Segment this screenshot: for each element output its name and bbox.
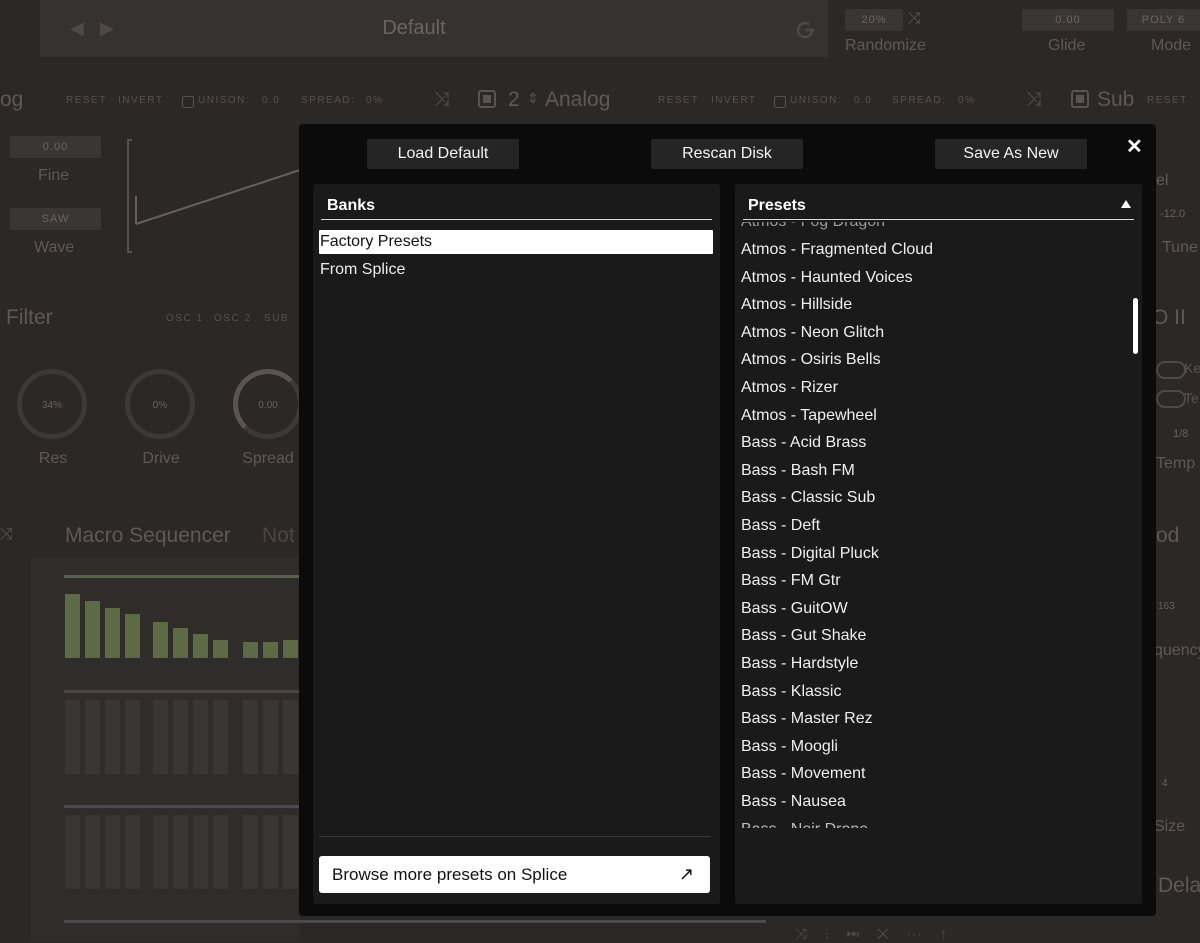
preset-list-item[interactable]: Bass - Bash FM <box>741 457 855 485</box>
frequency-value[interactable]: 163 <box>1158 601 1175 612</box>
delay-title: Dela <box>1158 874 1200 897</box>
sub-enable-toggle[interactable] <box>1071 90 1089 108</box>
osc2-enable-toggle[interactable] <box>478 90 496 108</box>
updown-icon[interactable]: ⇕ <box>527 90 539 107</box>
osc2-reset[interactable]: RESET <box>658 95 699 106</box>
undo-icon[interactable] <box>792 17 818 43</box>
tune-value[interactable]: -12.0 <box>1160 208 1185 220</box>
bank-item-factory-presets[interactable]: Factory Presets <box>319 230 713 254</box>
randomize-label: Randomize <box>845 37 926 54</box>
preset-list-item[interactable]: Atmos - Osiris Bells <box>741 346 881 374</box>
preset-list-item[interactable]: Bass - FM Gtr <box>741 567 841 595</box>
rescan-disk-button[interactable]: Rescan Disk <box>651 139 803 169</box>
close-icon[interactable]: ✕ <box>1126 134 1143 159</box>
size-value[interactable]: 4 <box>1162 778 1168 789</box>
mod-title: od <box>1156 524 1180 547</box>
preset-list-item[interactable]: Bass - Gut Shake <box>741 622 866 650</box>
osc2-unison-value[interactable]: 0.0 <box>854 95 872 106</box>
osc2-type[interactable]: Analog <box>545 88 610 112</box>
tune-label: Tune <box>1162 239 1198 256</box>
osc2-unison-checkbox[interactable] <box>774 95 786 113</box>
osc2-invert[interactable]: INVERT <box>711 95 757 106</box>
frequency-label: quency <box>1154 642 1200 659</box>
preset-list-item[interactable]: Bass - GuitOW <box>741 595 848 623</box>
preset-list-item[interactable]: Bass - Classic Sub <box>741 484 875 512</box>
presets-title: Presets <box>748 197 806 214</box>
browse-splice-label: Browse more presets on Splice <box>332 865 568 884</box>
key-label: Ke <box>1184 360 1200 376</box>
size-label: Size <box>1154 818 1186 835</box>
tempo-toggle-label: Te <box>1184 390 1199 406</box>
preset-list[interactable]: Atmos - Fog Dragon Atmos - Fragmented Cl… <box>741 222 1126 828</box>
preset-list-item[interactable]: Bass - Nausea <box>741 788 846 816</box>
browse-splice-button[interactable]: Browse more presets on Splice ↗ <box>319 856 710 893</box>
preset-list-item[interactable]: Bass - Digital Pluck <box>741 540 879 568</box>
preset-list-item[interactable]: Atmos - Haunted Voices <box>741 264 913 292</box>
banks-title-rule <box>321 219 712 220</box>
sub-reset[interactable]: RESET <box>1147 95 1188 106</box>
osc2-spread-value[interactable]: 0% <box>958 95 975 106</box>
shuffle-icon[interactable]: ⤨ <box>434 89 449 111</box>
preset-list-item-partial[interactable]: Atmos - Fog Dragon <box>741 222 885 236</box>
osc1-spread-label: SPREAD: <box>301 95 356 106</box>
preset-list-item[interactable]: Bass - Master Rez <box>741 705 873 733</box>
glide-label: Glide <box>1048 37 1086 54</box>
preset-list-scrollbar[interactable] <box>1133 298 1138 354</box>
preset-list-item[interactable]: Bass - Klassic <box>741 678 841 706</box>
preset-list-item[interactable]: Bass - Deft <box>741 512 820 540</box>
preset-list-item[interactable]: Atmos - Neon Glitch <box>741 319 884 347</box>
lfo2-title: O II <box>1152 306 1186 329</box>
sequencer-bars[interactable] <box>0 0 300 942</box>
preset-list-item[interactable]: Atmos - Hillside <box>741 291 852 319</box>
presets-panel: Presets Atmos - Fog Dragon Atmos - Fragm… <box>735 184 1142 904</box>
osc2-spread-label: SPREAD: <box>892 95 947 106</box>
randomize-value[interactable]: 20% <box>845 9 903 31</box>
shuffle-icon[interactable]: ⤨ <box>1026 89 1041 111</box>
osc2-unison-label: UNISON: <box>790 95 843 106</box>
banks-title: Banks <box>327 197 376 214</box>
banks-panel: Banks Factory Presets From Splice Browse… <box>313 184 720 904</box>
preset-list-item[interactable]: Atmos - Tapewheel <box>741 402 877 430</box>
preset-list-item[interactable]: Bass - Hardstyle <box>741 650 858 678</box>
preset-browser-modal: Load Default Rescan Disk Save As New ✕ B… <box>299 124 1156 916</box>
osc1-spread-value[interactable]: 0% <box>366 95 383 106</box>
load-default-button[interactable]: Load Default <box>367 139 519 169</box>
mode-value[interactable]: POLY 6 <box>1127 9 1200 31</box>
presets-title-rule <box>743 219 1134 220</box>
partial-label: el <box>1156 172 1169 189</box>
preset-list-item[interactable]: Bass - Acid Brass <box>741 429 866 457</box>
shuffle-icon[interactable]: ⤨ <box>908 10 921 28</box>
mode-label: Mode <box>1151 37 1192 54</box>
osc2-number: 2 <box>508 88 520 111</box>
sub-title: Sub <box>1097 88 1135 111</box>
key-toggle[interactable] <box>1156 361 1186 379</box>
preset-list-item[interactable]: Atmos - Fragmented Cloud <box>741 236 933 264</box>
glide-value[interactable]: 0.00 <box>1022 9 1114 31</box>
tempo-toggle[interactable] <box>1156 390 1186 408</box>
transport-icons[interactable]: ⤨⫶⏭✕⋯↑ <box>795 926 965 943</box>
external-link-icon: ↗ <box>678 864 694 884</box>
sort-ascending-icon[interactable] <box>1121 200 1131 208</box>
banks-footer-divider <box>319 836 710 837</box>
preset-list-item-partial[interactable]: Bass - Noir Drone <box>741 816 868 828</box>
save-as-new-button[interactable]: Save As New <box>935 139 1087 169</box>
tempo-label: Temp <box>1156 455 1196 472</box>
preset-list-item[interactable]: Atmos - Rizer <box>741 374 838 402</box>
preset-list-item[interactable]: Bass - Movement <box>741 760 865 788</box>
rate-value[interactable]: 1/8 <box>1173 428 1188 440</box>
preset-list-item[interactable]: Bass - Moogli <box>741 733 838 761</box>
bank-item-from-splice[interactable]: From Splice <box>319 258 713 282</box>
